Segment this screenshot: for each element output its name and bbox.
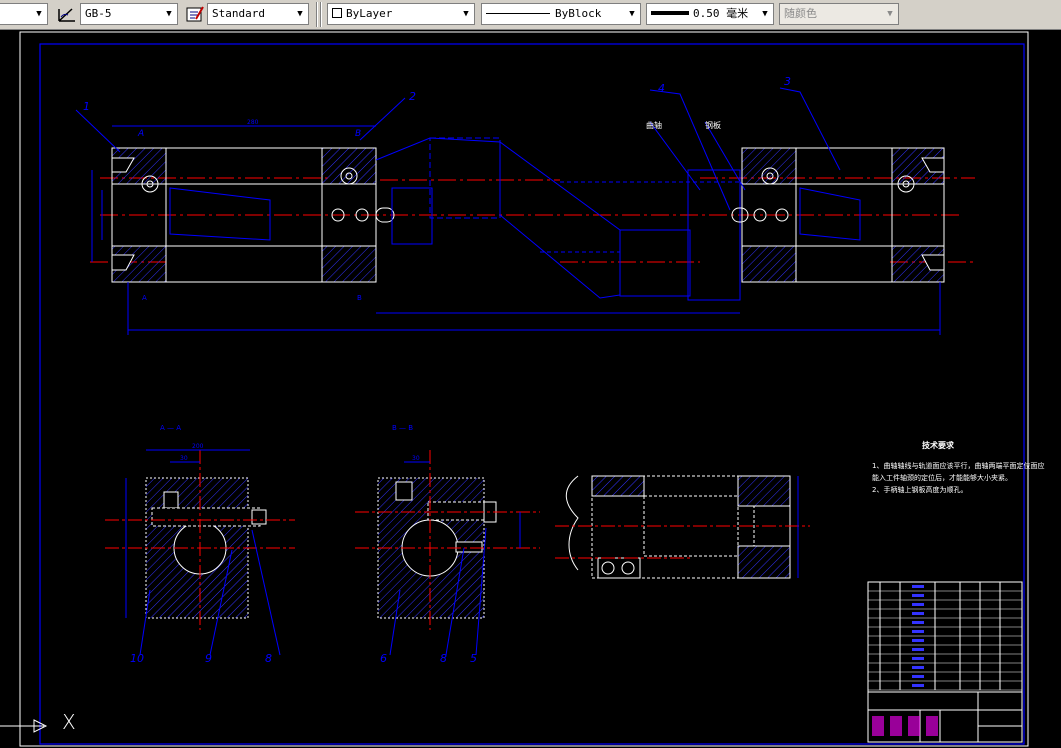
bom-cell [912, 621, 924, 624]
section-mark: B [355, 129, 361, 139]
dropdown-prev[interactable]: ▼ [0, 3, 48, 25]
bom-cell [912, 666, 924, 669]
part-number: 9 [205, 652, 212, 665]
properties-toolbar: ▼ GB-5 ▼ Standard ▼ ByLayer ▼ ByBlock ▼ … [0, 0, 1061, 30]
part-number: 8 [265, 652, 272, 665]
dim-style-value: GB-5 [85, 7, 112, 20]
sheet-inner-border [39, 43, 1025, 745]
linetype-select[interactable]: ByBlock ▼ [481, 3, 641, 25]
chevron-down-icon: ▼ [629, 9, 635, 19]
section-mark: A [142, 294, 147, 302]
drawing-canvas[interactable]: 1 2 3 4 曲轴 钢板 A B A B 280 A — A 200 30 1… [0, 30, 1061, 748]
toolbar-separator [316, 2, 318, 27]
bom-cell [912, 585, 924, 588]
layer-value: ByLayer [346, 7, 393, 20]
title-block-cell [926, 716, 938, 736]
chevron-down-icon: ▼ [297, 9, 303, 19]
callout-label: 钢板 [705, 120, 721, 130]
part-number: 1 [83, 100, 90, 113]
tech-note-line: 2、手柄轴上钢板高度为顺孔。 [872, 485, 967, 494]
section-a-view [105, 449, 295, 656]
dimension-text: 30 [412, 455, 420, 462]
sheet-outer-border [19, 31, 1029, 747]
lineweight-value: 0.50 毫米 [693, 7, 749, 20]
linetype-value: ByBlock [555, 7, 602, 20]
color-swatch-icon [332, 8, 342, 18]
ucs-icon: X [0, 708, 80, 744]
chevron-down-icon: ▼ [166, 9, 172, 19]
lineweight-sample-icon [651, 11, 689, 15]
bom-table [868, 585, 1022, 736]
dimension-text: 200 [192, 443, 204, 450]
bom-cell [912, 684, 924, 687]
dimension-text: 30 [180, 455, 188, 462]
callout-label: 曲轴 [646, 120, 662, 130]
title-block-cell [872, 716, 884, 736]
ucs-x-label: X [62, 710, 76, 734]
chevron-down-icon: ▼ [463, 9, 469, 19]
tech-note-line: 1、曲轴轴线与轨道面应该平行，曲轴两端平面定位面应 [872, 461, 1044, 470]
color-select[interactable]: 随颜色 ▼ [779, 3, 899, 25]
section-title: B — B [392, 424, 413, 432]
side-detail-view [555, 475, 810, 579]
chevron-down-icon: ▼ [887, 9, 893, 19]
part-number: 3 [784, 75, 791, 88]
section-title: A — A [160, 424, 181, 432]
section-mark: A [137, 129, 144, 139]
part-number: 6 [380, 652, 387, 665]
text-style-select[interactable]: Standard ▼ [207, 3, 309, 25]
dim-style-select[interactable]: GB-5 ▼ [80, 3, 178, 25]
title-block-cell [908, 716, 920, 736]
title-block-cell [890, 716, 902, 736]
bom-cell [912, 648, 924, 651]
part-number: 2 [409, 90, 416, 103]
lineweight-select[interactable]: 0.50 毫米 ▼ [646, 3, 774, 25]
section-b-view [355, 450, 540, 656]
text-style-icon[interactable] [184, 3, 206, 25]
bom-cell [912, 603, 924, 606]
chevron-down-icon: ▼ [762, 9, 768, 19]
toolbar-separator [320, 2, 322, 27]
bom-cell [912, 630, 924, 633]
chevron-down-icon: ▼ [36, 9, 42, 19]
part-number: 8 [440, 652, 447, 665]
bom-cell [912, 594, 924, 597]
layer-select[interactable]: ByLayer ▼ [327, 3, 475, 25]
color-value: 随颜色 [784, 7, 817, 20]
part-number: 5 [470, 652, 477, 665]
bom-cell [912, 675, 924, 678]
bom-cell [912, 657, 924, 660]
section-mark: B [357, 294, 362, 302]
tech-notes-title: 技术要求 [922, 440, 955, 450]
dim-style-icon[interactable] [56, 3, 78, 25]
bom-cell [912, 639, 924, 642]
part-number: 10 [130, 652, 144, 665]
tech-note-line: 能入工件轴颈的定位后，才能能够大小夹紧。 [872, 473, 1012, 482]
text-style-value: Standard [212, 7, 265, 20]
linetype-sample-icon [486, 13, 550, 14]
part-number: 4 [658, 82, 665, 95]
top-assembly-view [75, 87, 975, 335]
bom-cell [912, 612, 924, 615]
dimension-text: 280 [247, 119, 259, 126]
